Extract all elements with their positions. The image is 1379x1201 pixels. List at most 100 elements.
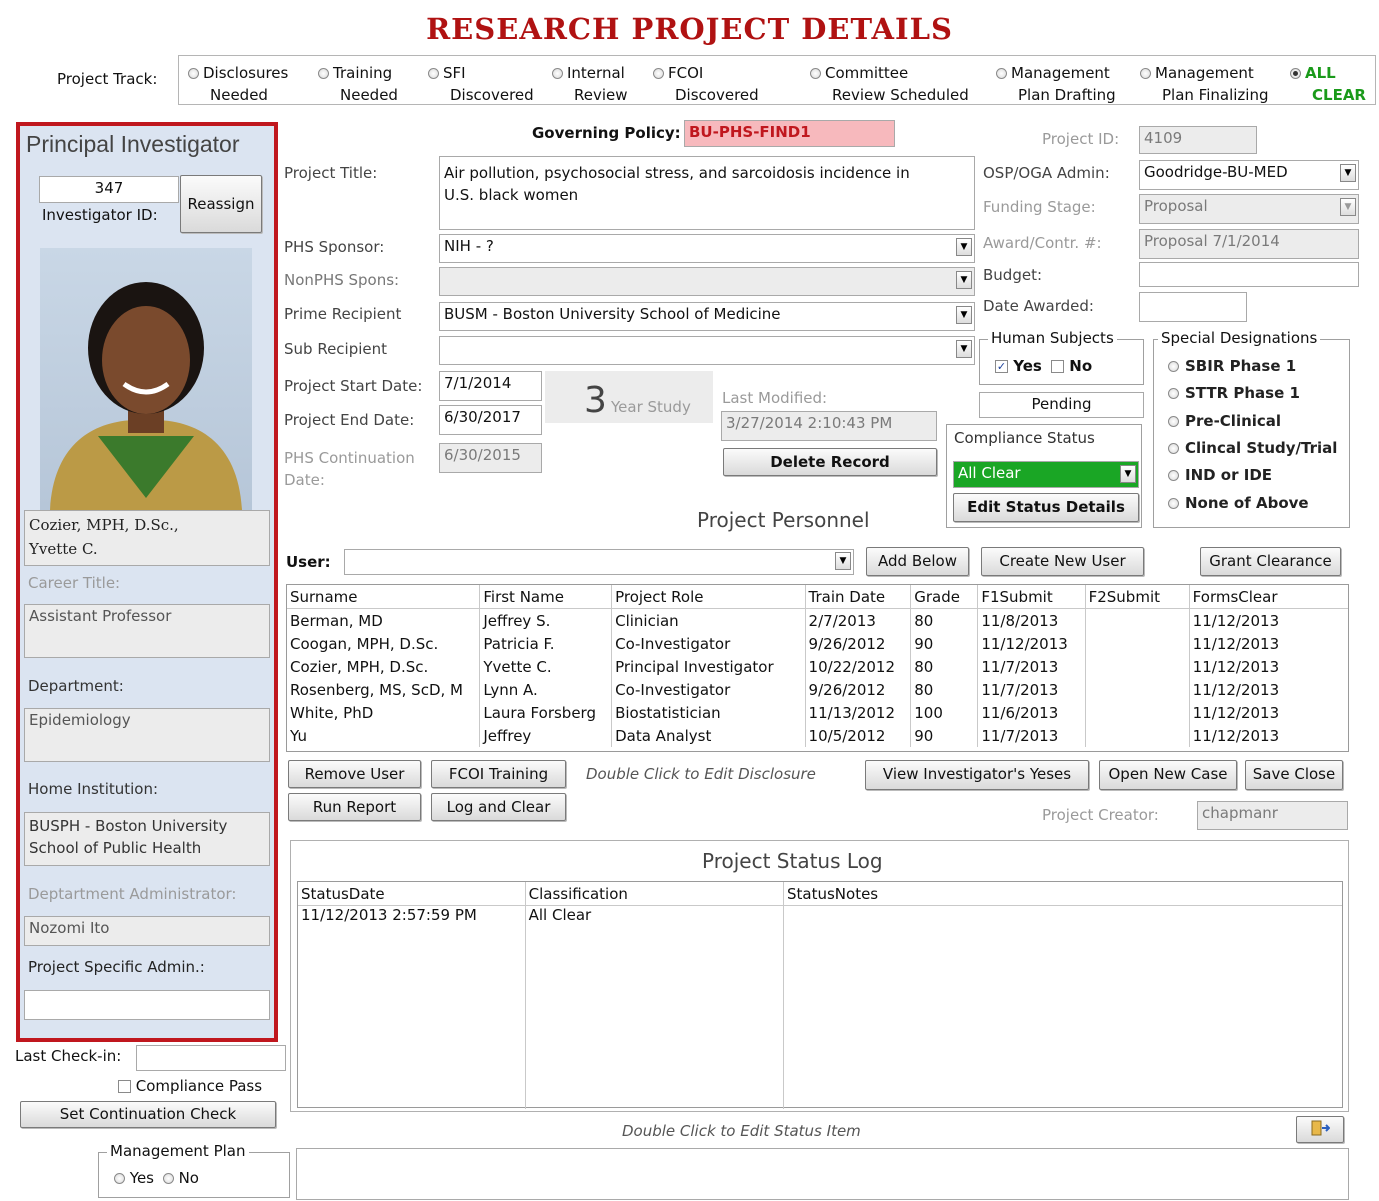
special-designation-option[interactable]: Clincal Study/Trial [1168, 439, 1337, 457]
compliance-pass-checkbox[interactable]: Compliance Pass [118, 1077, 262, 1095]
status-column-header[interactable]: StatusDate [298, 882, 526, 906]
prime-recipient-select[interactable]: BUSM - Boston University School of Medic… [439, 302, 975, 331]
edit-status-details-button[interactable]: Edit Status Details [953, 493, 1139, 522]
table-row[interactable]: Berman, MD Jeffrey S. Clinician 2/7/2013 80 1… [287, 608, 1348, 632]
status-note-field[interactable] [296, 1148, 1349, 1200]
table-row[interactable]: Rosenberg, MS, ScD, M Lynn A. Co-Investiga… [287, 678, 1348, 701]
date-awarded-field[interactable] [1139, 292, 1247, 322]
sub-recipient-select[interactable]: ▼ [439, 336, 975, 365]
track-radio[interactable] [1290, 68, 1301, 79]
chevron-down-icon[interactable]: ▼ [956, 340, 972, 358]
special-designation-radio[interactable] [1168, 442, 1179, 454]
compliance-pass-box[interactable] [118, 1080, 131, 1093]
track-radio[interactable] [1140, 68, 1151, 79]
special-designation-radio[interactable] [1168, 470, 1179, 482]
last-checkin-field[interactable] [136, 1045, 286, 1071]
user-select[interactable]: ▼ [344, 549, 854, 575]
table-cell: Principal Investigator [611, 655, 806, 678]
compliance-status-value: All Clear [958, 464, 1021, 482]
mgmt-plan-no-radio[interactable] [162, 1173, 174, 1184]
chevron-down-icon[interactable]: ▼ [956, 306, 972, 324]
track-radio[interactable] [653, 68, 664, 79]
special-designation-option[interactable]: IND or IDE [1168, 466, 1272, 484]
track-option[interactable]: Management Plan Finalizing [1140, 62, 1280, 106]
personnel-column-header[interactable]: F1Submit [977, 585, 1086, 609]
human-subjects-no-checkbox[interactable] [1051, 360, 1065, 373]
phs-sponsor-select[interactable]: NIH - ? ▼ [439, 234, 975, 263]
fcoi-training-button[interactable]: FCOI Training [431, 760, 566, 788]
nonphs-select[interactable]: ▼ [439, 267, 975, 296]
special-designation-option[interactable]: None of Above [1168, 494, 1309, 512]
special-designation-radio[interactable] [1168, 388, 1179, 400]
special-designation-radio[interactable] [1168, 497, 1179, 509]
project-admin-field[interactable] [24, 990, 270, 1020]
governing-policy-field[interactable]: BU-PHS-FIND1 [684, 120, 895, 147]
set-continuation-button[interactable]: Set Continuation Check [20, 1101, 276, 1128]
table-row[interactable]: Cozier, MPH, D.Sc. Yvette C. Principal Inv… [287, 655, 1348, 678]
chevron-down-icon[interactable]: ▼ [835, 552, 851, 570]
investigator-id-field[interactable]: 347 [39, 176, 179, 203]
chevron-down-icon[interactable]: ▼ [1340, 164, 1356, 182]
special-designation-radio[interactable] [1168, 415, 1179, 427]
track-radio[interactable] [552, 68, 563, 79]
osp-admin-select[interactable]: Goodridge-BU-MED ▼ [1139, 160, 1359, 190]
track-option[interactable]: Management Plan Drafting [996, 62, 1126, 106]
open-new-case-button[interactable]: Open New Case [1099, 760, 1237, 790]
delete-record-button[interactable]: Delete Record [723, 448, 937, 476]
reassign-button[interactable]: Reassign [180, 175, 262, 233]
track-option[interactable]: SFI Discovered [428, 62, 548, 106]
track-radio[interactable] [188, 68, 199, 79]
track-radio[interactable] [318, 68, 329, 79]
chevron-down-icon[interactable]: ▼ [956, 238, 972, 256]
table-cell: Jeffrey [479, 724, 612, 747]
compliance-status-select[interactable]: All Clear ▼ [953, 461, 1139, 488]
add-below-button[interactable]: Add Below [866, 547, 969, 576]
track-radio[interactable] [996, 68, 1007, 79]
end-date-field[interactable]: 6/30/2017 [439, 405, 542, 435]
view-investigator-yeses-button[interactable]: View Investigator's Yeses [865, 760, 1089, 790]
project-title-field[interactable]: Air pollution, psychosocial stress, and … [439, 156, 975, 230]
status-column-header[interactable]: StatusNotes [783, 882, 1342, 906]
special-designation-option[interactable]: SBIR Phase 1 [1168, 357, 1296, 375]
track-option[interactable]: Training Needed [318, 62, 418, 106]
personnel-column-header[interactable]: Grade [910, 585, 978, 609]
personnel-column-header[interactable]: F2Submit [1084, 585, 1190, 609]
remove-user-button[interactable]: Remove User [288, 760, 421, 788]
track-option-line1: Internal [567, 64, 625, 82]
create-new-user-button[interactable]: Create New User [981, 547, 1144, 576]
personnel-column-header[interactable]: Project Role [611, 585, 806, 609]
chevron-down-icon[interactable]: ▼ [956, 271, 972, 289]
personnel-column-header[interactable]: FormsClear [1188, 585, 1348, 609]
track-option[interactable]: Internal Review [552, 62, 642, 106]
run-report-button[interactable]: Run Report [288, 793, 421, 821]
mgmt-plan-yes-radio[interactable] [114, 1173, 125, 1184]
personnel-column-header[interactable]: Train Date [804, 585, 911, 609]
table-row[interactable]: 11/12/2013 2:57:59 PM All Clear [298, 905, 1342, 929]
table-row[interactable]: Yu Jeffrey Data Analyst 10/5/2012 90 11/7/201… [287, 724, 1348, 747]
track-option[interactable]: Disclosures Needed [188, 62, 308, 106]
budget-field[interactable] [1139, 262, 1359, 287]
years-label: Year Study [611, 398, 691, 416]
status-column-header[interactable]: Classification [524, 882, 784, 906]
log-and-clear-button[interactable]: Log and Clear [431, 793, 566, 821]
personnel-column-header[interactable]: First Name [479, 585, 612, 609]
human-subjects-yes-checkbox[interactable]: ✓ [995, 360, 1008, 373]
chevron-down-icon[interactable]: ▼ [1120, 465, 1136, 483]
track-option[interactable]: Committee Review Scheduled [810, 62, 986, 106]
track-option-line2: CLEAR [1312, 86, 1366, 104]
exit-button[interactable] [1296, 1116, 1344, 1143]
table-row[interactable]: White, PhD Laura Forsberg Biostatistician 1… [287, 701, 1348, 724]
grant-clearance-button[interactable]: Grant Clearance [1200, 547, 1341, 576]
start-date-field[interactable]: 7/1/2014 [439, 371, 542, 401]
personnel-column-header[interactable]: Surname [287, 585, 480, 609]
track-option[interactable]: ALL CLEAR [1290, 62, 1370, 106]
table-cell: 11/7/2013 [977, 655, 1086, 678]
track-option[interactable]: FCOI Discovered [653, 62, 773, 106]
special-designation-radio[interactable] [1168, 361, 1179, 372]
special-designation-option[interactable]: Pre-Clinical [1168, 412, 1281, 430]
special-designation-option[interactable]: STTR Phase 1 [1168, 384, 1300, 402]
track-radio[interactable] [428, 68, 439, 79]
track-radio[interactable] [810, 68, 821, 79]
save-close-button[interactable]: Save Close [1245, 760, 1343, 790]
table-row[interactable]: Coogan, MPH, D.Sc. Patricia F. Co-Investig… [287, 632, 1348, 655]
